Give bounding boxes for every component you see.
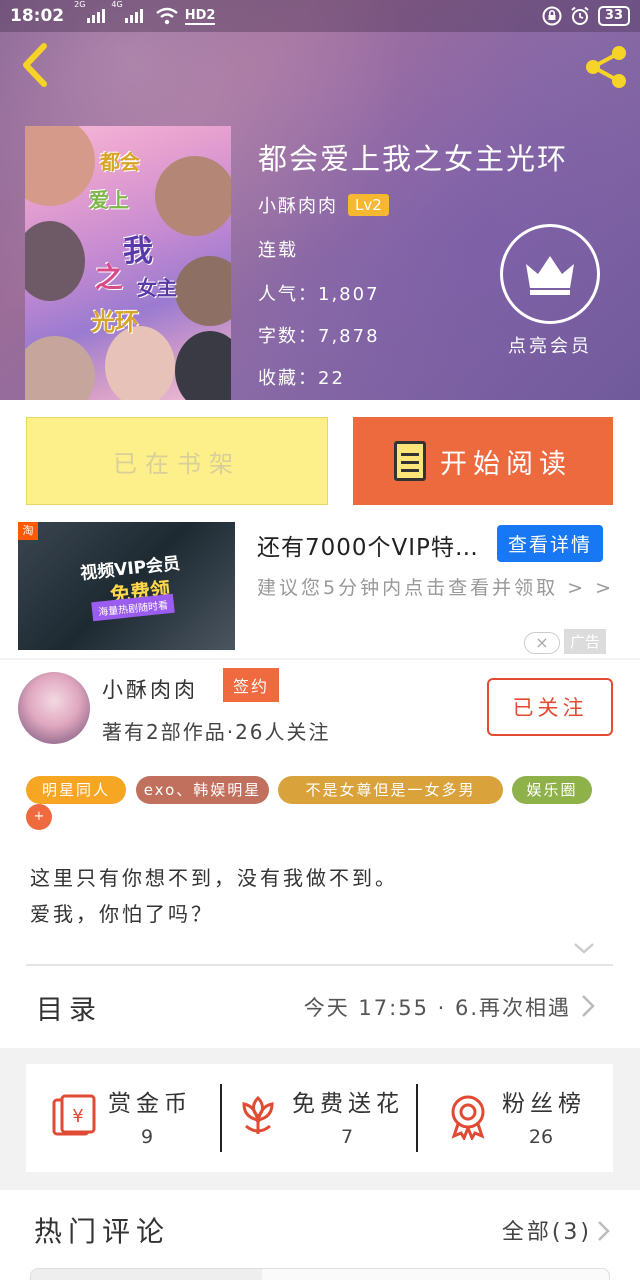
comment-card-edge: [30, 1268, 610, 1280]
reward-label: 赏金币: [108, 1091, 192, 1117]
ad-title[interactable]: 还有7000个VIP特…: [257, 528, 479, 562]
intro-line-2: 爱我，你怕了吗？: [30, 902, 214, 926]
cover-text-2: 爱上: [89, 188, 129, 212]
rewards-bar: ¥ 赏金币 9 免费送花 7 粉丝榜 26: [26, 1064, 613, 1172]
avatar[interactable]: [18, 672, 90, 744]
book-popularity: 人气：1,807: [258, 284, 380, 305]
book-title: 都会爱上我之女主光环: [258, 142, 569, 176]
follow-button[interactable]: 已关注: [487, 678, 613, 736]
vip-button[interactable]: 点亮会员: [498, 224, 602, 358]
book-author[interactable]: 小酥肉肉: [258, 192, 338, 218]
reward-label: 免费送花: [292, 1091, 404, 1117]
ad-description: 建议您5分钟内点击查看并领取 > >: [257, 577, 615, 599]
cover-text-4: 之: [95, 261, 124, 294]
network-label-2: 4G: [111, 0, 123, 9]
crown-icon: [526, 256, 574, 295]
intro-line-1: 这里只有你想不到，没有我做不到。: [30, 866, 398, 890]
hd-badge: HD2: [184, 7, 216, 25]
status-time: 18:02: [10, 6, 65, 26]
vip-label: 点亮会员: [508, 336, 592, 357]
add-tag-button[interactable]: +: [26, 804, 52, 830]
signed-badge: 签约: [223, 668, 280, 702]
tag-item[interactable]: 不是女尊但是一女多男: [278, 776, 503, 804]
reward-coins-button[interactable]: ¥ 赏金币 9: [50, 1064, 220, 1172]
network-label-1: 2G: [74, 0, 86, 9]
reward-count: 7: [340, 1126, 354, 1148]
table-of-contents[interactable]: 目录 今天 17:55 · 6.再次相遇: [26, 966, 613, 1042]
start-reading-button[interactable]: 开始阅读: [353, 417, 613, 505]
separator: [416, 1084, 418, 1152]
flower-icon: [242, 1095, 274, 1134]
share-icon[interactable]: [582, 44, 630, 90]
ad-banner: 淘 视频VIP会员 免费领 海量热剧随时看 还有7000个VIP特… 查看详情 …: [0, 522, 640, 658]
ad-close-icon[interactable]: ×: [524, 632, 560, 654]
chevron-right-icon: [582, 995, 595, 1017]
author-name[interactable]: 小酥肉肉: [102, 674, 198, 704]
tag-item[interactable]: 明星同人: [26, 776, 126, 804]
start-reading-label: 开始阅读: [440, 448, 572, 480]
cover-text-5: 女主: [137, 276, 177, 300]
taobao-badge: 淘: [18, 522, 38, 540]
book-intro: 这里只有你想不到，没有我做不到。 爱我，你怕了吗？: [30, 860, 398, 932]
coin-envelope-icon: ¥: [52, 1094, 96, 1136]
signal-icon: [87, 9, 106, 23]
chevron-down-icon[interactable]: [572, 936, 596, 960]
book-icon: [394, 441, 426, 481]
medal-icon: [451, 1095, 485, 1140]
all-comments-link[interactable]: 全部(3): [502, 1214, 592, 1246]
hot-comments-title: 热门评论: [34, 1215, 171, 1248]
book-word-count: 字数：7,878: [258, 326, 380, 347]
author-row: 小酥肉肉 Lv2: [258, 192, 389, 218]
status-bar: 18:02 2G 4G HD2 33: [0, 0, 640, 32]
book-cover[interactable]: 都会 爱上 我 之 女主 光环: [25, 126, 231, 400]
ad-tag: 广告: [564, 629, 607, 654]
cover-text-1: 都会: [100, 150, 140, 174]
signal-icon-2: [124, 9, 143, 23]
book-favorites: 收藏：22: [258, 368, 345, 389]
reward-count: 9: [140, 1126, 154, 1148]
tag-item[interactable]: 娱乐圈: [512, 776, 592, 804]
toc-latest-chapter: 今天 17:55 · 6.再次相遇: [303, 996, 571, 1020]
svg-text:¥: ¥: [72, 1106, 83, 1127]
reward-count: 26: [528, 1126, 554, 1148]
separator: [220, 1084, 222, 1152]
battery-icon: 33: [597, 6, 630, 26]
toc-label: 目录: [36, 995, 102, 1026]
back-arrow-icon[interactable]: [14, 40, 58, 90]
cover-text-3: 我: [123, 234, 153, 269]
on-shelf-button[interactable]: 已在书架: [26, 417, 328, 505]
ad-image-text-3: 海量热剧随时看: [91, 593, 175, 622]
cover-text-6: 光环: [91, 307, 139, 336]
reward-label: 粉丝榜: [502, 1091, 586, 1117]
ad-view-details-button[interactable]: 查看详情: [497, 525, 604, 562]
action-bar: 已在书架 开始阅读: [0, 400, 640, 522]
author-section: 小酥肉肉 签约 著有2部作品·26人关注 已关注 明星同人 exo、韩娱明星 不…: [0, 660, 640, 1048]
wifi-icon: [155, 7, 178, 25]
level-badge: Lv2: [348, 194, 389, 216]
fan-ranking-button[interactable]: 粉丝榜 26: [444, 1064, 614, 1172]
book-header: 18:02 2G 4G HD2 33 都会 爱上 我 之 女主 光环 都会爱上我…: [0, 0, 640, 400]
hot-comments-section: 热门评论 全部(3): [0, 1190, 640, 1280]
tag-item[interactable]: exo、韩娱明星: [136, 776, 269, 804]
book-status: 连载: [258, 240, 298, 261]
send-flower-button[interactable]: 免费送花 7: [234, 1064, 414, 1172]
author-stats: 著有2部作品·26人关注: [102, 720, 331, 744]
chevron-right-icon[interactable]: [597, 1220, 610, 1242]
lock-rotation-icon: [542, 6, 562, 26]
ad-image[interactable]: 淘 视频VIP会员 免费领 海量热剧随时看: [18, 522, 235, 650]
alarm-icon: [571, 6, 589, 25]
